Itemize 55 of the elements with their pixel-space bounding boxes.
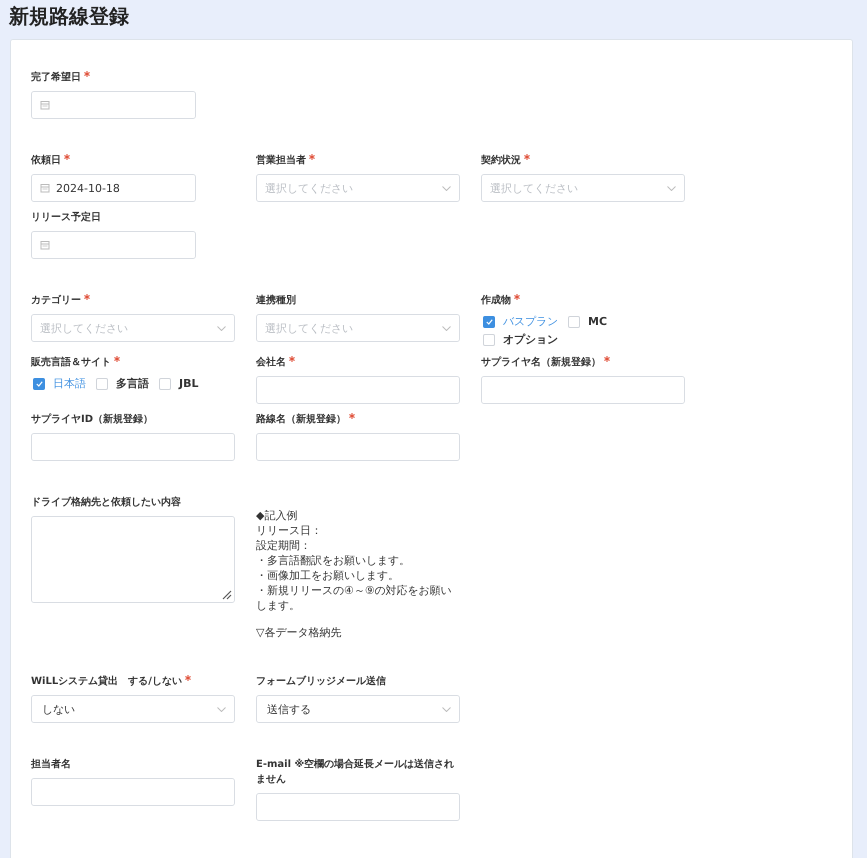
note-text: ・画像加工をお願いします。 xyxy=(256,568,400,583)
text-field[interactable] xyxy=(31,433,235,461)
checkbox-label[interactable]: MC xyxy=(588,315,608,328)
field-label: 依頼日 xyxy=(31,154,61,168)
field-label: 営業担当者 xyxy=(256,154,306,168)
resize-handle-icon[interactable] xyxy=(222,590,232,600)
chevron-down-icon xyxy=(217,706,226,712)
chevron-down-icon xyxy=(442,706,451,712)
field-label: フォームブリッジメール送信 xyxy=(256,674,386,689)
check-icon xyxy=(36,380,42,386)
chevron-down-icon xyxy=(442,326,451,330)
note-text: リリース日： xyxy=(256,523,323,538)
field-label: WiLLシステム貸出 する/しない xyxy=(31,674,182,689)
select-field[interactable]: 送信する xyxy=(256,695,460,723)
note-text: ・新規リリースの④～⑨の対応をお願いします。 xyxy=(256,583,453,613)
calendar-icon xyxy=(40,100,50,110)
note-text: ・多言語翻訳をお願いします。 xyxy=(256,553,411,568)
field-label: 販売言語＆サイト xyxy=(31,355,111,370)
text-field[interactable] xyxy=(256,793,460,821)
checkbox[interactable] xyxy=(483,316,495,328)
calendar-icon xyxy=(40,240,50,250)
note-text: ▽各データ格納先 xyxy=(256,625,342,640)
text-field[interactable] xyxy=(256,433,460,461)
note-text: 設定期間： xyxy=(256,538,312,553)
field-label: リリース予定日 xyxy=(31,210,101,225)
text-field[interactable] xyxy=(481,376,685,404)
field-label: 会社名 xyxy=(256,356,286,370)
field-label: サプライヤ名（新規登録） xyxy=(481,355,601,370)
field-label: 作成物 xyxy=(481,294,511,308)
check-icon xyxy=(486,318,492,324)
field-label: 契約状況 xyxy=(481,154,521,168)
checkbox[interactable] xyxy=(33,378,45,390)
date-field[interactable] xyxy=(31,231,196,259)
checkbox-label[interactable]: JBL xyxy=(179,377,198,390)
field-label: 担当者名 xyxy=(31,758,71,772)
text-field[interactable] xyxy=(256,376,460,404)
chevron-down-icon xyxy=(442,186,451,190)
date-field[interactable]: 2024-10-18 xyxy=(31,174,196,202)
field-label: 完了希望日 xyxy=(31,70,81,85)
page-title: 新規路線登録 xyxy=(9,3,130,30)
field-label: E-mail ※空欄の場合延長メールは送信されません xyxy=(256,758,456,787)
chevron-down-icon xyxy=(667,186,676,190)
chevron-down-icon xyxy=(217,326,226,330)
field-label: カテゴリー xyxy=(31,294,81,308)
field-label: 連携種別 xyxy=(256,294,296,308)
field-label: 路線名（新規登録） xyxy=(256,412,346,427)
checkbox-label[interactable]: オプション xyxy=(503,332,558,347)
date-field[interactable] xyxy=(31,91,196,119)
text-field[interactable] xyxy=(31,778,235,806)
calendar-icon xyxy=(40,183,50,193)
select-field[interactable]: しない xyxy=(31,695,235,723)
field-label: ドライブ格納先と依頼したい内容 xyxy=(31,495,181,510)
checkbox-label[interactable]: 多言語 xyxy=(116,376,149,391)
field-label: サプライヤID（新規登録） xyxy=(31,412,154,427)
note-text: ◆記入例 xyxy=(256,508,298,523)
